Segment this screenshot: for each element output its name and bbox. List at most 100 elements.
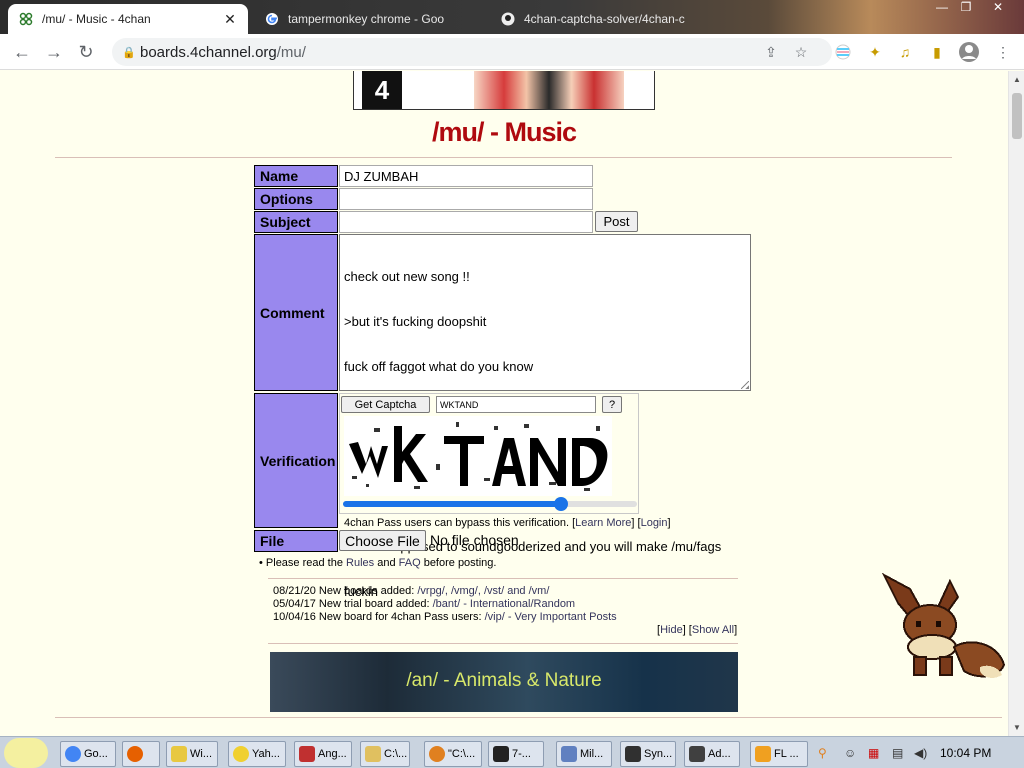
- taskbar-item-label: Yah...: [252, 748, 280, 760]
- board-banner-image[interactable]: 4: [353, 71, 655, 110]
- volume-icon[interactable]: ◀): [914, 746, 927, 760]
- rules-link[interactable]: Rules: [346, 557, 374, 569]
- taskbar-item[interactable]: Syn...: [620, 741, 676, 767]
- rules-note-and: and: [374, 557, 399, 569]
- taskbar-item-label: Ad...: [708, 748, 731, 760]
- security-icon[interactable]: ▤: [892, 746, 903, 760]
- taskbar-item[interactable]: 7-...: [488, 741, 544, 767]
- scrollbar-thumb[interactable]: [1012, 93, 1022, 139]
- captcha-help-button[interactable]: ?: [602, 396, 622, 413]
- tab-mu-music[interactable]: /mu/ - Music - 4chan ✕: [8, 4, 248, 34]
- comment-line: fuck off faggot what do you know: [344, 359, 534, 374]
- tab-title: /mu/ - Music - 4chan: [42, 12, 151, 26]
- taskbar-item[interactable]: [122, 741, 160, 767]
- taskbar-clock[interactable]: 10:04 PM: [940, 746, 991, 760]
- name-field[interactable]: DJ ZUMBAH: [339, 165, 593, 187]
- menu-kebab-icon[interactable]: ⋮: [992, 41, 1014, 63]
- captcha-slider[interactable]: [343, 497, 637, 511]
- bookmark-star-icon[interactable]: ☆: [790, 41, 812, 63]
- news-link[interactable]: /bant/ - International/Random: [433, 598, 575, 610]
- taskbar-item[interactable]: "C:\...: [424, 741, 482, 767]
- tab-github-repo[interactable]: 4chan-captcha-solver/4chan-c: [490, 4, 700, 34]
- taskbar-item[interactable]: Ang...: [294, 741, 352, 767]
- puzzle-extension-icon[interactable]: ✦: [864, 41, 886, 63]
- app-icon: [561, 746, 577, 762]
- login-link[interactable]: Login: [641, 517, 668, 529]
- browser-tab-strip: /mu/ - Music - 4chan ✕ tampermonkey chro…: [0, 0, 1024, 34]
- profile-avatar-icon[interactable]: [958, 41, 980, 63]
- subject-label: Subject: [254, 211, 338, 233]
- firefox-icon: [127, 746, 143, 762]
- news-date: 08/21/20: [273, 585, 316, 597]
- taskbar-item[interactable]: C:\...: [360, 741, 410, 767]
- news-text: New trial board added:: [318, 598, 433, 610]
- name-label: Name: [254, 165, 338, 187]
- tab-google-search[interactable]: tampermonkey chrome - Goo: [254, 4, 484, 34]
- post-button[interactable]: Post: [595, 211, 638, 232]
- taskbar-item-label: Wi...: [190, 748, 212, 760]
- hide-news-link[interactable]: Hide: [660, 624, 683, 636]
- maximize-icon[interactable]: ❐: [956, 0, 976, 16]
- taskbar-item[interactable]: FL ...: [750, 741, 808, 767]
- start-button-icon[interactable]: [4, 738, 48, 768]
- page-scrollbar[interactable]: ▲ ▼: [1008, 71, 1024, 736]
- taskbar-item-label: Syn...: [644, 748, 673, 760]
- lock-icon: 🔒: [122, 46, 136, 59]
- board-ad-banner[interactable]: /an/ - Animals & Nature: [270, 652, 738, 712]
- show-all-news-link[interactable]: Show All: [692, 624, 734, 636]
- github-favicon-icon: [500, 11, 516, 27]
- news-link[interactable]: /vrpg/, /vmg/, /vst/ and /vm/: [417, 585, 549, 597]
- taskbar-item-label: Mil...: [580, 748, 604, 760]
- banner-anime-art: [474, 71, 624, 109]
- console-icon: [689, 746, 705, 762]
- news-link[interactable]: /vip/ - Very Important Posts: [485, 611, 617, 623]
- extension-flag-icon[interactable]: [832, 41, 854, 63]
- rules-note-prefix: • Please read the: [259, 557, 347, 569]
- 4chan-favicon-icon: [18, 11, 34, 27]
- taskbar-item[interactable]: Wi...: [166, 741, 218, 767]
- choose-file-button[interactable]: Choose File: [339, 530, 426, 551]
- scroll-up-arrow-icon[interactable]: ▲: [1013, 75, 1021, 84]
- captcha-slider-knob[interactable]: [553, 497, 568, 511]
- textarea-resize-handle[interactable]: [741, 381, 749, 389]
- address-bar[interactable]: 🔒 boards.4channel.org/mu/: [112, 38, 832, 66]
- yahoo-messenger-icon: [233, 746, 249, 762]
- chrome-icon: [65, 746, 81, 762]
- taskbar-item[interactable]: Ad...: [684, 741, 740, 767]
- side-panel-icon[interactable]: ▮: [926, 41, 948, 63]
- get-captcha-button[interactable]: Get Captcha: [341, 396, 430, 413]
- comment-label: Comment: [254, 234, 338, 391]
- search-tray-icon[interactable]: ⚲: [818, 746, 827, 760]
- minimize-icon[interactable]: —: [932, 0, 952, 16]
- tray-app-icon[interactable]: ☺: [844, 746, 856, 760]
- ad-banner-text: /an/ - Animals & Nature: [406, 670, 602, 691]
- forward-icon[interactable]: →: [42, 40, 66, 64]
- options-label: Options: [254, 188, 338, 210]
- share-icon[interactable]: ⇪: [760, 41, 782, 63]
- close-window-icon[interactable]: ✕: [988, 0, 1008, 16]
- folder-icon: [171, 746, 187, 762]
- reload-icon[interactable]: ↻: [74, 40, 98, 64]
- taskbar-item[interactable]: Mil...: [556, 741, 612, 767]
- banner-logo-fragment: 4: [362, 71, 402, 109]
- faq-link[interactable]: FAQ: [399, 557, 421, 569]
- close-tab-icon[interactable]: ✕: [222, 11, 238, 28]
- captcha-input[interactable]: WKTAND: [436, 396, 596, 413]
- options-field[interactable]: [339, 188, 593, 210]
- comment-textarea[interactable]: check out new song !! >but it's fucking …: [339, 234, 751, 599]
- taskbar-item-label: "C:\...: [448, 748, 476, 760]
- learn-more-link[interactable]: Learn More: [575, 517, 631, 529]
- comment-line: >but it's fucking doopshit: [344, 314, 487, 329]
- network-icon[interactable]: ▦: [868, 746, 879, 760]
- scroll-down-arrow-icon[interactable]: ▼: [1013, 723, 1021, 732]
- divider: [268, 643, 738, 644]
- subject-field[interactable]: [339, 211, 593, 233]
- fl-studio-icon: [755, 746, 771, 762]
- media-control-icon[interactable]: ♫: [894, 41, 916, 63]
- news-item: 08/21/20 New boards added: /vrpg/, /vmg/…: [273, 585, 549, 597]
- taskbar-item-label: C:\...: [384, 748, 408, 760]
- taskbar-item[interactable]: Yah...: [228, 741, 286, 767]
- eevee-sprite: [881, 572, 1006, 678]
- taskbar-item[interactable]: Go...: [60, 741, 116, 767]
- back-icon[interactable]: ←: [10, 40, 34, 64]
